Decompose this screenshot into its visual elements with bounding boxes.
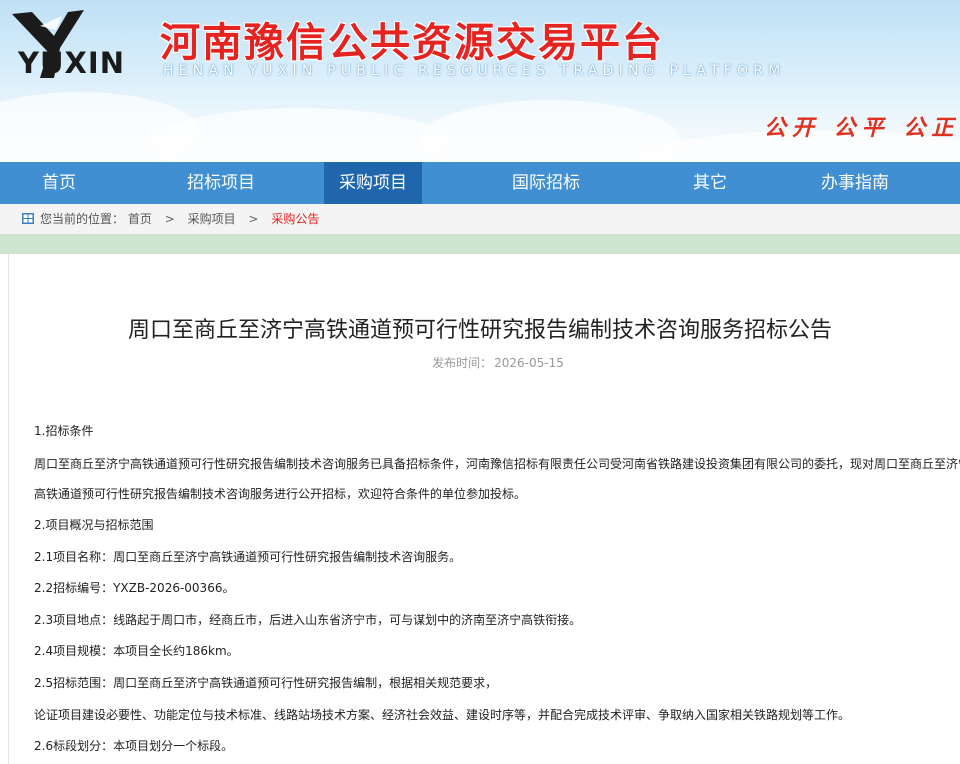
date-value: 2026-05-15 (494, 356, 564, 370)
nav-item-international-tender[interactable]: 国际招标 (422, 162, 670, 204)
breadcrumb-home[interactable]: 首页 (128, 212, 152, 226)
article-date: 发布时间： 2026-05-15 (0, 354, 960, 371)
article-paragraph: 2.6标段划分：本项目划分一个标段。 (34, 739, 234, 753)
date-label: 发布时间： (432, 356, 493, 370)
header-banner: YUXIN 河南豫信公共资源交易平台 HENAN YUXIN PUBLIC RE… (0, 0, 960, 162)
nav-item-procurement-projects[interactable]: 采购项目 (324, 162, 422, 204)
breadcrumb: 您当前的位置： 首页 > 采购项目 > 采购公告 (0, 204, 960, 234)
site-subtitle: HENAN YUXIN PUBLIC RESOURCES TRADING PLA… (163, 63, 786, 79)
site-title: 河南豫信公共资源交易平台 (160, 20, 664, 66)
article-paragraph: 2.3项目地点：线路起于周口市，经商丘市，后进入山东省济宁市，可与谋划中的济南至… (34, 613, 582, 627)
article-paragraph: 论证项目建设必要性、功能定位与技术标准、线路站场技术方案、经济社会效益、建设时序… (34, 708, 851, 722)
breadcrumb-separator: > (164, 212, 175, 226)
location-grid-icon (22, 213, 34, 224)
article-paragraph: 1.招标条件 (34, 424, 94, 438)
breadcrumb-prefix: 您当前的位置： (40, 212, 125, 226)
green-divider-strip (0, 234, 960, 254)
article-paragraph: 高铁通道预可行性研究报告编制技术咨询服务进行公开招标，欢迎符合条件的单位参加投标… (34, 487, 527, 501)
article-paragraph: 2.1项目名称：周口至商丘至济宁高铁通道预可行性研究报告编制技术咨询服务。 (34, 550, 462, 564)
article-paragraph: 2.5招标范围：周口至商丘至济宁高铁通道预可行性研究报告编制，根据相关规范要求， (34, 676, 498, 690)
breadcrumb-current[interactable]: 采购公告 (271, 212, 319, 226)
breadcrumb-procurement[interactable]: 采购项目 (188, 212, 236, 226)
nav-item-guide[interactable]: 办事指南 (750, 162, 960, 204)
main-nav: 首页 招标项目 采购项目 国际招标 其它 办事指南 (0, 162, 960, 204)
article-paragraph: 2.4项目规模：本项目全长约186km。 (34, 644, 239, 658)
nav-item-tender-projects[interactable]: 招标项目 (118, 162, 324, 204)
article-paragraph: 2.2招标编号：YXZB-2026-00366。 (34, 581, 235, 595)
logo-text: YUXIN (18, 46, 125, 80)
cloud-decoration (420, 100, 680, 162)
article-panel: 周口至商丘至济宁高铁通道预可行性研究报告编制技术咨询服务招标公告 发布时间： 20… (0, 254, 960, 764)
slogan: 公开 公平 公正 诚 (764, 115, 960, 141)
article-title: 周口至商丘至济宁高铁通道预可行性研究报告编制技术咨询服务招标公告 (127, 318, 832, 343)
breadcrumb-separator: > (248, 212, 259, 226)
nav-item-home[interactable]: 首页 (0, 162, 118, 204)
article-paragraph: 2.项目概况与招标范围 (34, 518, 154, 532)
nav-item-other[interactable]: 其它 (670, 162, 750, 204)
cloud-decoration (150, 108, 450, 162)
article-paragraph: 周口至商丘至济宁高铁通道预可行性研究报告编制技术咨询服务已具备招标条件，河南豫信… (34, 457, 960, 471)
